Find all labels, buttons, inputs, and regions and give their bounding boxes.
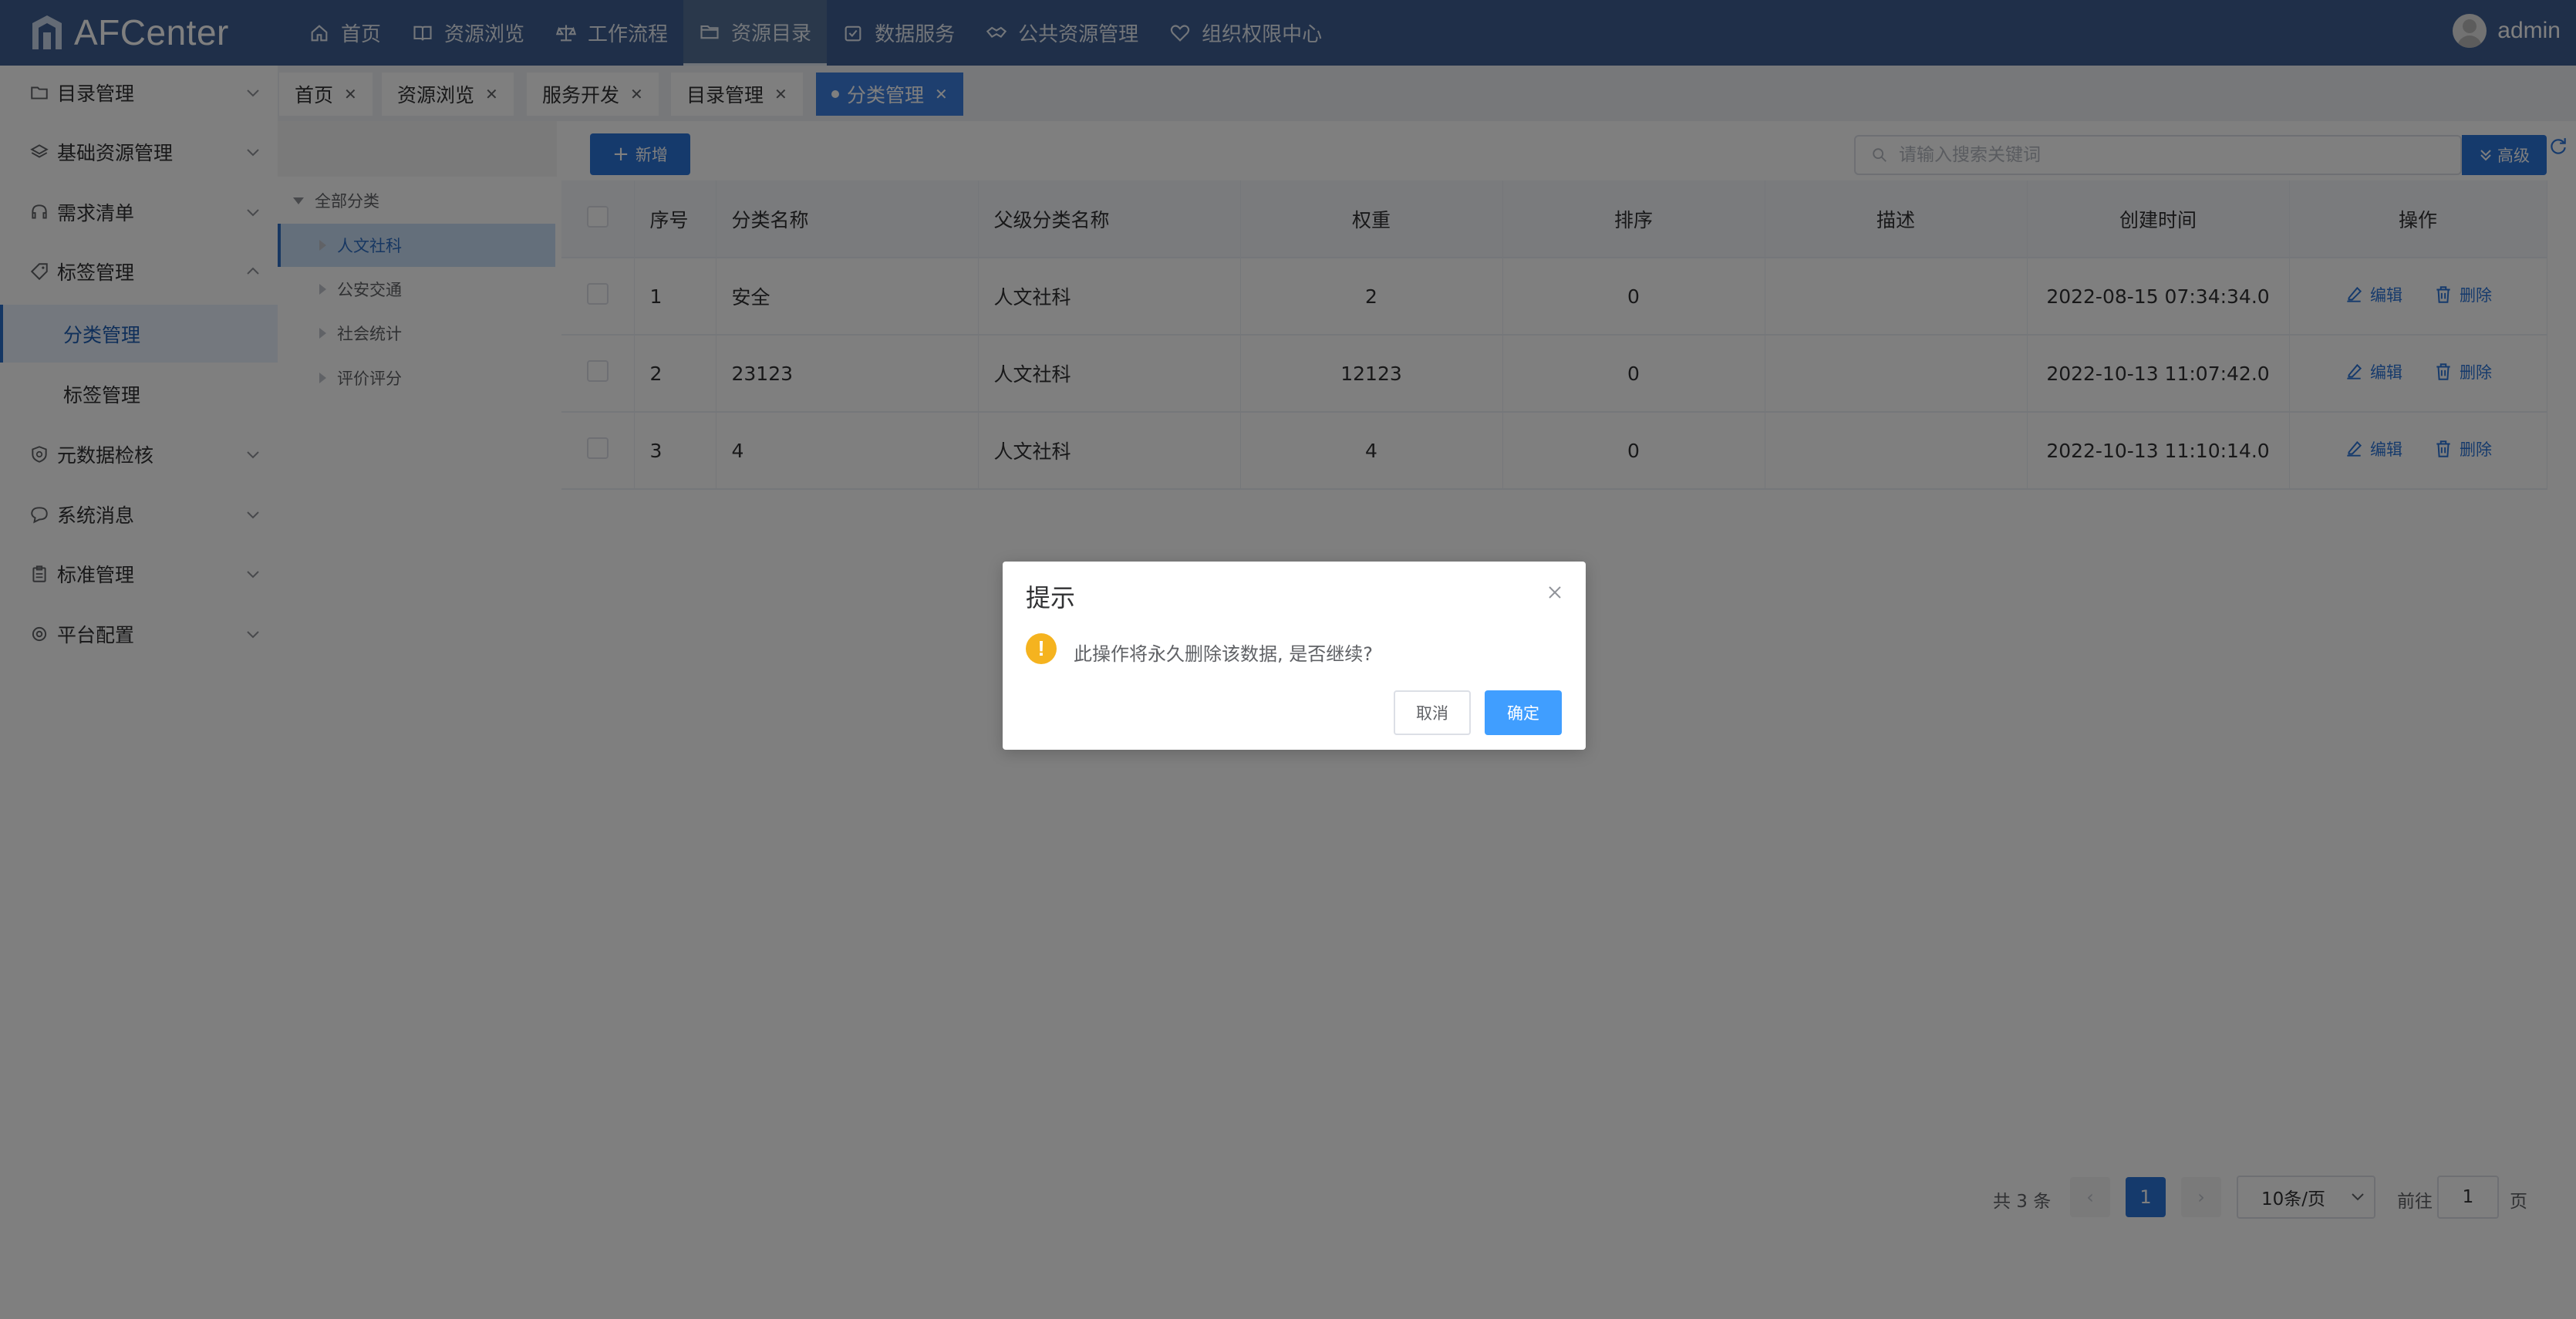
warning-icon: !: [1026, 633, 1057, 664]
confirm-dialog: 提示 ! 此操作将永久删除该数据, 是否继续? 取消 确定: [1003, 562, 1586, 750]
confirm-button[interactable]: 确定: [1485, 690, 1562, 735]
cancel-button[interactable]: 取消: [1394, 690, 1471, 735]
dialog-title: 提示: [1026, 583, 1076, 612]
close-icon[interactable]: [1547, 585, 1563, 600]
dialog-message: 此操作将永久删除该数据, 是否继续?: [1074, 643, 1373, 665]
